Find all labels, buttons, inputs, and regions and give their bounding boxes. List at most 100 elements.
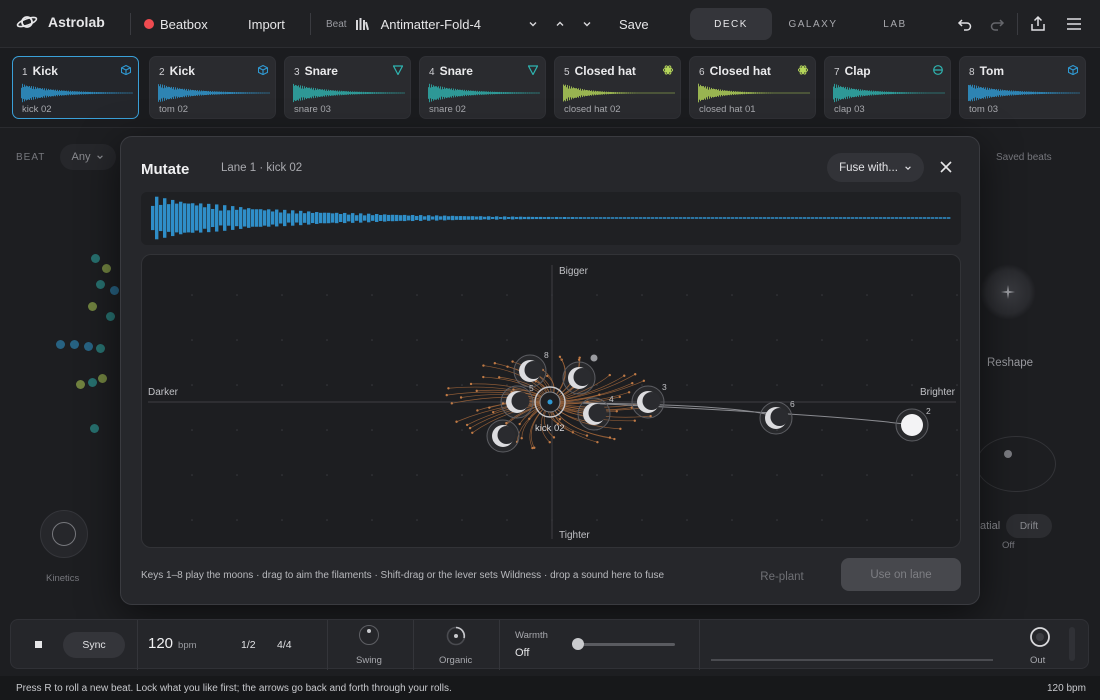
beatbox-button[interactable]: Beatbox [144, 0, 208, 48]
menu-icon[interactable] [1066, 17, 1082, 31]
lane-card-8[interactable]: 8 Tom tom 03 [959, 56, 1086, 119]
grid-dot [686, 519, 688, 521]
organic-knob[interactable] [445, 625, 467, 647]
galaxy-dot [110, 286, 119, 295]
moon-label-3: 3 [662, 382, 667, 392]
lane-name: Kick [32, 64, 58, 78]
grid-dot [956, 519, 958, 521]
lane-card-4[interactable]: 4 Snare snare 02 [419, 56, 546, 119]
center-sound-core [547, 399, 553, 405]
chevron-down-icon[interactable] [528, 19, 538, 29]
beat-label: Beat [326, 18, 347, 30]
grid-dot [866, 384, 868, 386]
lane-sample: tom 02 [159, 104, 189, 115]
moon-label-6: 6 [790, 399, 795, 409]
swing-knob[interactable] [359, 625, 379, 645]
beat-filter-value: Any [71, 151, 91, 163]
grid-dot [416, 519, 418, 521]
lane-title: 8 Tom [969, 64, 1004, 78]
grid-dot [776, 384, 778, 386]
drift-handle[interactable] [1004, 450, 1012, 458]
grid-dot [461, 474, 463, 476]
galaxy-dot [84, 342, 93, 351]
close-icon[interactable] [937, 158, 955, 176]
moon-label-5: 5 [529, 383, 534, 393]
filament-tip [506, 365, 509, 368]
import-button[interactable]: Import [248, 0, 285, 48]
filament-tip [482, 364, 485, 367]
filament-tip [471, 431, 474, 435]
fuse-with-dropdown[interactable]: Fuse with... [827, 153, 924, 182]
waveform [151, 196, 951, 240]
lane-card-5[interactable]: 5 Closed hat closed hat 02 [554, 56, 681, 119]
warmth-slider-track[interactable] [577, 643, 675, 646]
grid-dot [281, 429, 283, 431]
tab-lab[interactable]: LAB [854, 8, 936, 40]
redo-icon[interactable] [989, 16, 1005, 32]
next-roll-icon[interactable] [582, 19, 592, 29]
lane-waveform [968, 84, 1080, 102]
beat-filter-dropdown[interactable]: Any [60, 144, 116, 170]
meter-selector[interactable]: 4/4 [277, 639, 292, 651]
grid-dot [956, 429, 958, 431]
lane-name: Snare [439, 64, 473, 78]
lane-card-3[interactable]: 3 Snare snare 03 [284, 56, 411, 119]
grid-dot [236, 294, 238, 296]
division-selector[interactable]: 1/2 [241, 639, 256, 651]
use-on-lane-button[interactable]: Use on lane [841, 558, 961, 591]
mutate-dialog: Mutate Lane 1 · kick 02 Fuse with... Big… [120, 136, 980, 605]
lane-card-2[interactable]: 2 Kick tom 02 [149, 56, 276, 119]
save-label: Save [619, 16, 649, 32]
moon-1-shadow [497, 426, 516, 444]
stop-icon[interactable] [35, 641, 42, 648]
filament-tip [577, 358, 581, 361]
grid-dot [731, 294, 733, 296]
share-icon[interactable] [1030, 15, 1046, 32]
axis-label-top: Bigger [559, 266, 588, 277]
mutation-field[interactable]: Bigger Tighter Darker Brighter kick 02 8… [141, 254, 961, 548]
mutation-field-canvas[interactable] [142, 255, 961, 548]
drift-button[interactable]: Drift [1006, 514, 1052, 538]
grid-dot [596, 519, 598, 521]
filament-tip [618, 395, 621, 399]
output-knob[interactable] [1029, 626, 1051, 648]
drift-pad[interactable] [976, 436, 1056, 492]
filament-tip [608, 436, 612, 439]
saved-beats-link[interactable]: Saved beats [996, 152, 1052, 163]
lane-card-7[interactable]: 7 Clap clap 03 [824, 56, 951, 119]
lane-card-6[interactable]: 6 Closed hat closed hat 01 [689, 56, 816, 119]
app-logo[interactable]: Astrolab [16, 14, 105, 30]
lane-number: 8 [969, 67, 975, 78]
previous-roll-icon[interactable] [555, 19, 565, 29]
moon-4-shadow [588, 404, 607, 422]
re-plant-button[interactable]: Re-plant [741, 562, 823, 592]
tempo-display[interactable]: 120 bpm [148, 635, 197, 652]
lane-card-1[interactable]: 1 Kick kick 02 [12, 56, 139, 119]
grid-dot [416, 474, 418, 476]
atom-icon [663, 65, 673, 75]
filament-tip [578, 356, 581, 359]
warmth-slider-thumb[interactable] [572, 638, 584, 650]
galaxy-dot [56, 340, 65, 349]
filament-tip [546, 374, 549, 378]
filament-tip [511, 360, 514, 363]
save-button[interactable]: Save [619, 0, 649, 48]
filament-tip [493, 362, 497, 365]
galaxy-dot [96, 344, 105, 353]
center-sound-label: kick 02 [535, 423, 565, 434]
sync-button[interactable]: Sync [63, 632, 125, 658]
lane-title: 5 Closed hat [564, 64, 636, 78]
tab-deck[interactable]: DECK [690, 8, 772, 40]
undo-icon[interactable] [957, 16, 973, 32]
grid-dot [641, 339, 643, 341]
tab-galaxy[interactable]: GALAXY [772, 8, 854, 40]
beat-selector[interactable]: Beat Antimatter-Fold-4 [326, 0, 481, 48]
filament-tip [623, 374, 626, 377]
lane-waveform [563, 84, 675, 102]
galaxy-dot [106, 312, 115, 321]
grid-dot [191, 294, 193, 296]
cube-icon [258, 65, 268, 75]
grid-dot [911, 474, 913, 476]
filament-tip [497, 376, 501, 379]
galaxy-dot [102, 264, 111, 273]
